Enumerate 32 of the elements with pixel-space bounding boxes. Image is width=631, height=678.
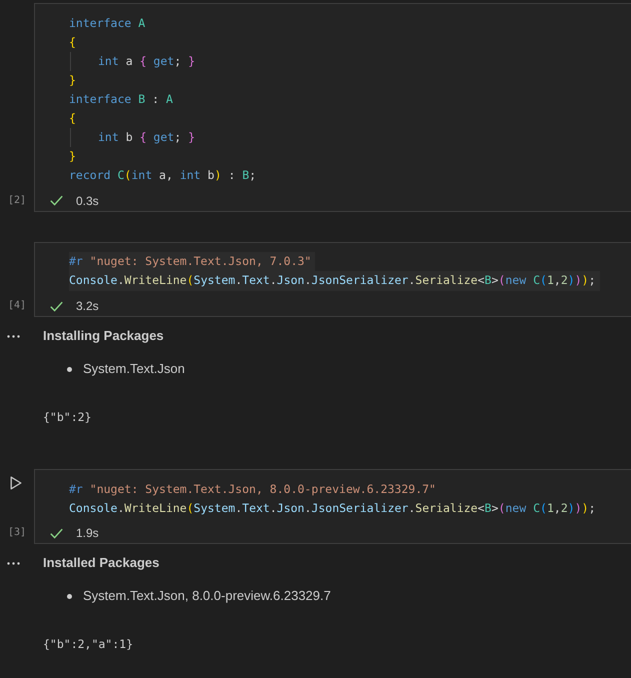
code-line: Console.WriteLine(System.Text.Json.JsonSerializer.Serialize<B>(new C(1,2))); [69, 500, 596, 517]
code-line: { [69, 34, 76, 51]
duration-text: 3.2s [76, 298, 99, 316]
output-text: {"b":2,"a":1} [43, 636, 134, 654]
play-icon [10, 476, 22, 490]
bullet-icon [67, 594, 72, 599]
code-line: #r "nuget: System.Text.Json, 8.0.0-preview.6.23329.7" [69, 480, 436, 498]
ellipsis-icon[interactable] [7, 335, 20, 338]
execution-count: [2] [8, 194, 26, 208]
code-line: interface B : A [69, 90, 173, 108]
duration-text: 0.3s [76, 192, 99, 210]
code-cell[interactable]: #r "nuget: System.Text.Json, 7.0.3" Console.WriteLine(System.Text.Json.JsonSerializer.Serialize<B>(new C(1,2))); 3.2s [34, 242, 631, 318]
code-line: } [69, 72, 76, 89]
execution-count: [3] [8, 526, 26, 540]
code-line: { [69, 110, 76, 127]
output-heading: Installing Packages [43, 327, 164, 346]
code-line: int a { get; } [70, 52, 195, 71]
run-button[interactable] [10, 476, 22, 490]
ellipsis-icon[interactable] [7, 562, 20, 566]
code-line: interface A [69, 14, 146, 32]
duration-text: 1.9s [76, 525, 99, 542]
code-line: } [69, 148, 76, 166]
code-cell[interactable]: #r "nuget: System.Text.Json, 8.0.0-preview.6.23329.7" Console.WriteLine(System.Text.Json.JsonSerializer.Serialize<B>(new C(1,2))); 1.9s [34, 469, 631, 544]
code-line: record C(int a, int b) : B; [69, 167, 256, 184]
execution-count: [4] [8, 299, 26, 314]
output-heading: Installed Packages [43, 554, 160, 572]
output-text: {"b":2} [43, 409, 92, 426]
bullet-icon [67, 366, 72, 372]
package-name: System.Text.Json [83, 360, 185, 378]
package-name: System.Text.Json, 8.0.0-preview.6.23329.7 [83, 587, 331, 606]
code-line: int b { get; } [70, 128, 195, 148]
code-cell[interactable]: interface A { int a { get; } } interface B : A { int b { get; } } record C(int a, int b) : B; 0.3s [34, 3, 631, 212]
